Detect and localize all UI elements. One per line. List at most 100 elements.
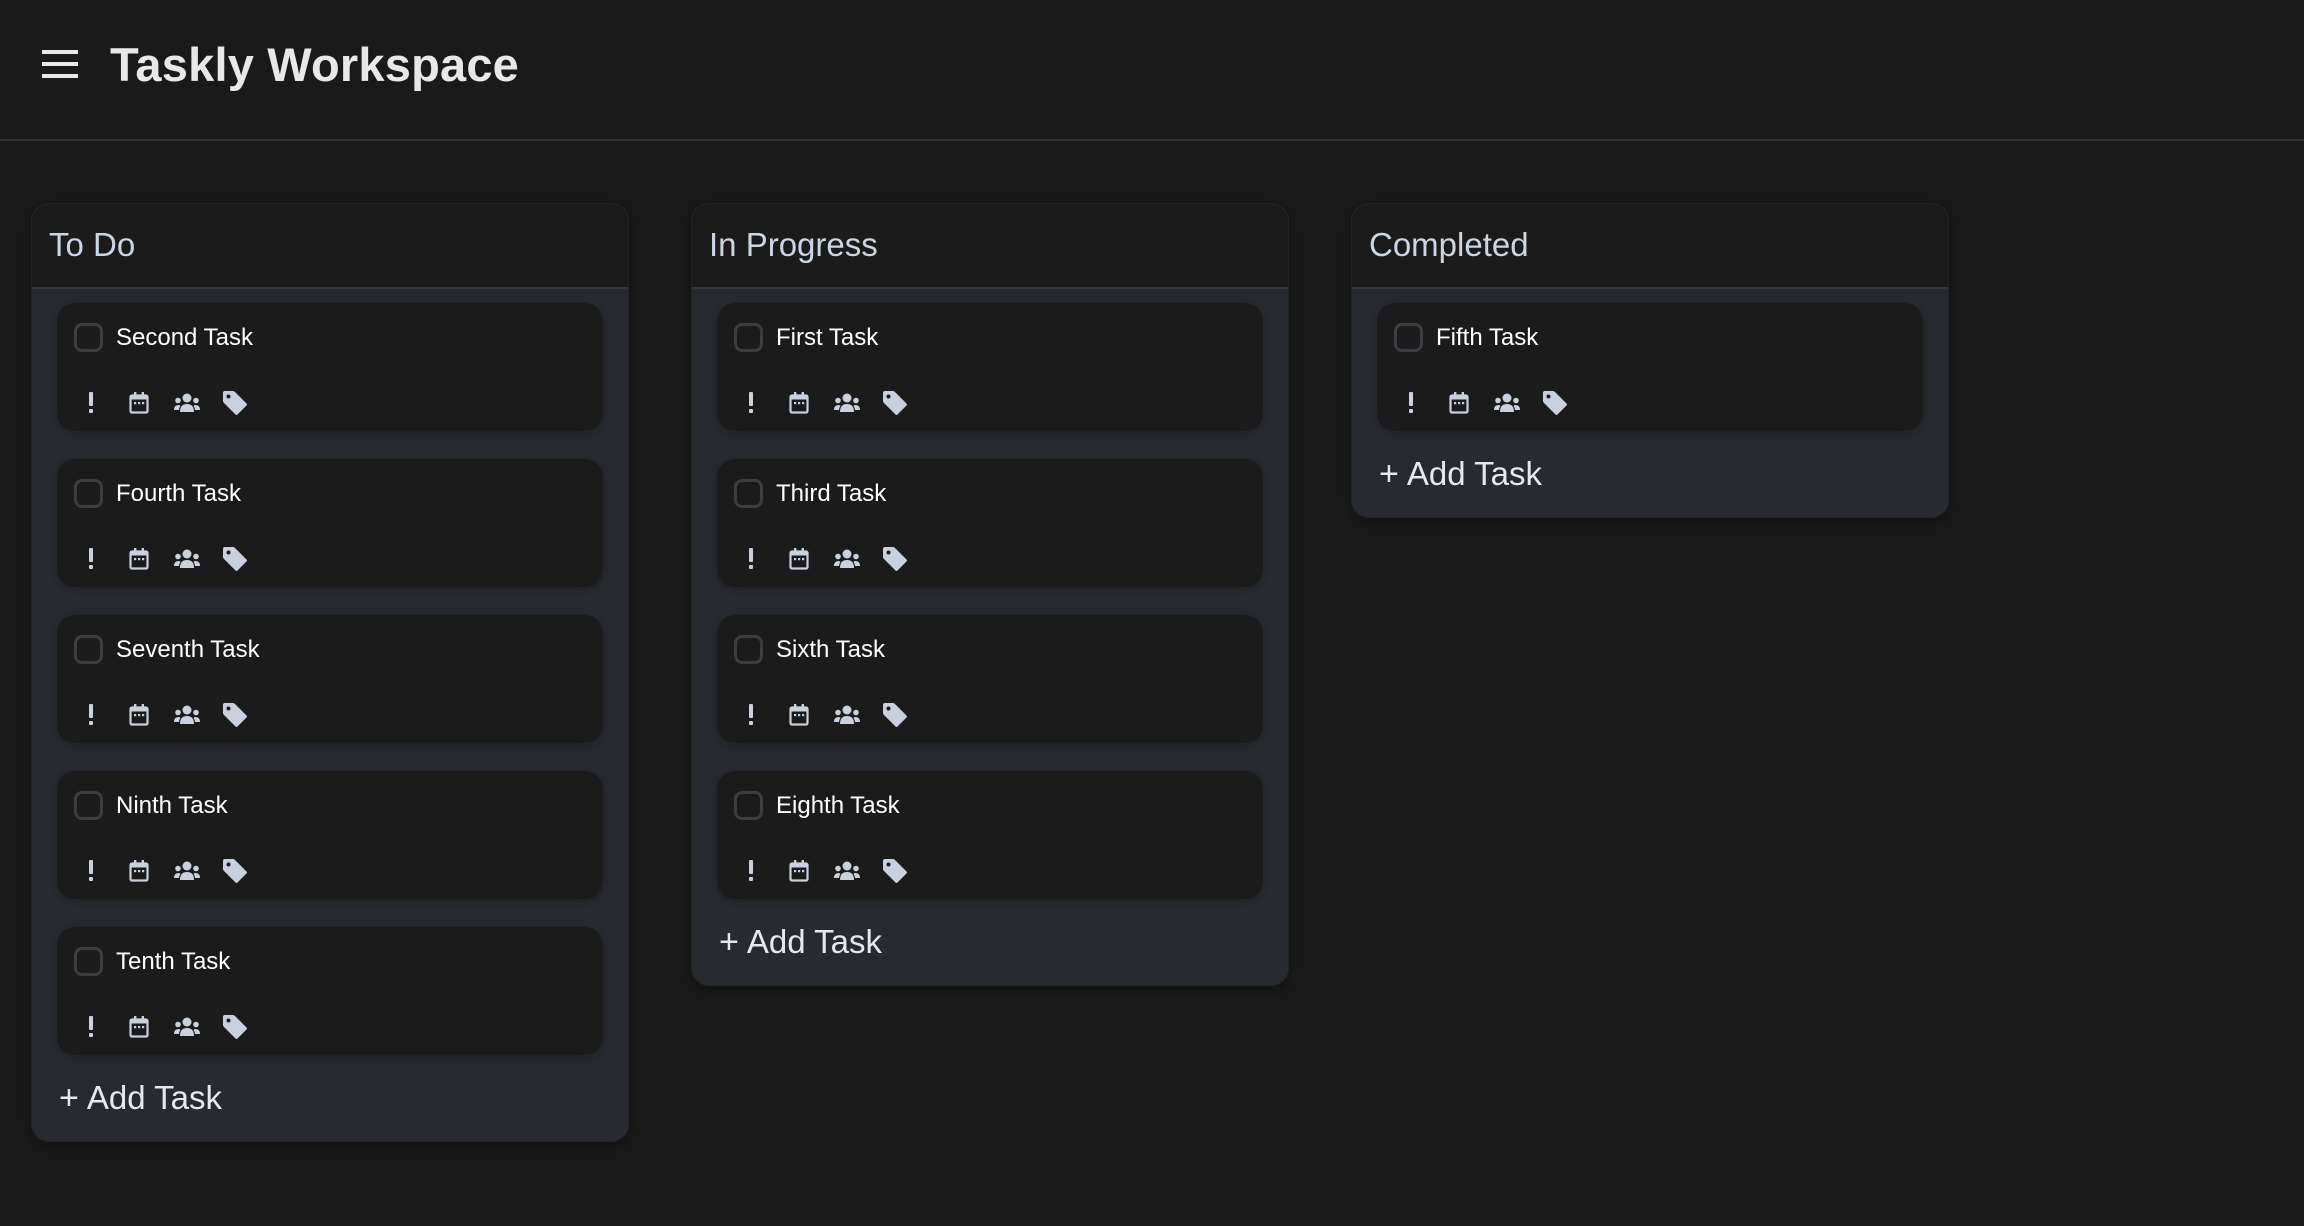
task-card[interactable]: Sixth Task — [717, 615, 1263, 743]
hamburger-menu-icon[interactable] — [42, 49, 78, 78]
calendar-icon[interactable] — [1445, 389, 1473, 417]
task-card[interactable]: Fourth Task — [57, 459, 603, 587]
task-checkbox[interactable] — [74, 479, 103, 508]
column-title: To Do — [49, 225, 136, 263]
task-action-icons — [77, 389, 269, 417]
priority-exclamation-icon[interactable] — [737, 701, 765, 729]
task-action-icons — [77, 701, 269, 729]
tag-icon[interactable] — [221, 389, 249, 417]
priority-exclamation-icon[interactable] — [737, 389, 765, 417]
add-task-button[interactable]: + Add Task — [1352, 431, 1948, 517]
users-icon[interactable] — [173, 1013, 201, 1041]
plus-icon: + — [59, 1078, 79, 1117]
tag-icon[interactable] — [221, 857, 249, 885]
add-task-label: Add Task — [1406, 455, 1543, 492]
task-action-icons — [737, 701, 929, 729]
app-header: Taskly Workspace — [0, 0, 2304, 141]
task-checkbox[interactable] — [1394, 323, 1423, 352]
plus-icon: + — [1379, 454, 1399, 493]
priority-exclamation-icon[interactable] — [1397, 389, 1425, 417]
column-header: Completed — [1352, 204, 1948, 289]
task-checkbox[interactable] — [734, 635, 763, 664]
task-title: Tenth Task — [116, 948, 231, 975]
task-checkbox[interactable] — [734, 479, 763, 508]
tag-icon[interactable] — [221, 545, 249, 573]
users-icon[interactable] — [833, 389, 861, 417]
task-checkbox[interactable] — [74, 635, 103, 664]
task-checkbox[interactable] — [74, 791, 103, 820]
column-completed: Completed Fifth Task + Add Task — [1351, 203, 1949, 518]
task-card[interactable]: Third Task — [717, 459, 1263, 587]
users-icon[interactable] — [173, 857, 201, 885]
tag-icon[interactable] — [881, 545, 909, 573]
users-icon[interactable] — [833, 857, 861, 885]
users-icon[interactable] — [173, 701, 201, 729]
calendar-icon[interactable] — [785, 857, 813, 885]
calendar-icon[interactable] — [125, 545, 153, 573]
users-icon[interactable] — [1493, 389, 1521, 417]
task-card[interactable]: Seventh Task — [57, 615, 603, 743]
users-icon[interactable] — [833, 545, 861, 573]
task-card[interactable]: Eighth Task — [717, 771, 1263, 899]
card-list: Fifth Task — [1352, 289, 1948, 431]
tag-icon[interactable] — [881, 857, 909, 885]
priority-exclamation-icon[interactable] — [77, 857, 105, 885]
column-header: In Progress — [692, 204, 1288, 289]
task-title: Third Task — [776, 480, 887, 507]
column-title: In Progress — [709, 225, 878, 263]
column-in-progress: In Progress First Task Third Task Sixth … — [691, 203, 1289, 986]
calendar-icon[interactable] — [125, 389, 153, 417]
task-checkbox[interactable] — [74, 323, 103, 352]
menu-bar — [42, 61, 78, 66]
add-task-button[interactable]: + Add Task — [32, 1055, 628, 1141]
column-to-do: To Do Second Task Fourth Task Seventh Ta… — [31, 203, 629, 1142]
task-title: Sixth Task — [776, 636, 885, 663]
calendar-icon[interactable] — [785, 545, 813, 573]
task-title: Second Task — [116, 324, 253, 351]
calendar-icon[interactable] — [125, 857, 153, 885]
column-title: Completed — [1369, 225, 1529, 263]
priority-exclamation-icon[interactable] — [77, 701, 105, 729]
priority-exclamation-icon[interactable] — [737, 545, 765, 573]
menu-bar — [42, 49, 78, 54]
tag-icon[interactable] — [881, 701, 909, 729]
priority-exclamation-icon[interactable] — [737, 857, 765, 885]
task-card[interactable]: First Task — [717, 303, 1263, 431]
task-title: Fourth Task — [116, 480, 241, 507]
priority-exclamation-icon[interactable] — [77, 545, 105, 573]
task-checkbox[interactable] — [734, 323, 763, 352]
task-title: Fifth Task — [1436, 324, 1539, 351]
task-title: Seventh Task — [116, 636, 260, 663]
task-checkbox[interactable] — [74, 947, 103, 976]
tag-icon[interactable] — [221, 701, 249, 729]
users-icon[interactable] — [833, 701, 861, 729]
add-task-button[interactable]: + Add Task — [692, 899, 1288, 985]
priority-exclamation-icon[interactable] — [77, 1013, 105, 1041]
calendar-icon[interactable] — [125, 1013, 153, 1041]
kanban-board: To Do Second Task Fourth Task Seventh Ta… — [31, 203, 1949, 1142]
task-checkbox[interactable] — [734, 791, 763, 820]
tag-icon[interactable] — [221, 1013, 249, 1041]
tag-icon[interactable] — [881, 389, 909, 417]
task-action-icons — [77, 857, 269, 885]
tag-icon[interactable] — [1541, 389, 1569, 417]
task-action-icons — [77, 1013, 269, 1041]
task-card[interactable]: Second Task — [57, 303, 603, 431]
column-header: To Do — [32, 204, 628, 289]
card-list: Second Task Fourth Task Seventh Task Nin… — [32, 289, 628, 1055]
users-icon[interactable] — [173, 545, 201, 573]
menu-bar — [42, 73, 78, 78]
task-card[interactable]: Fifth Task — [1377, 303, 1923, 431]
task-card[interactable]: Ninth Task — [57, 771, 603, 899]
app-title: Taskly Workspace — [110, 38, 520, 91]
priority-exclamation-icon[interactable] — [77, 389, 105, 417]
calendar-icon[interactable] — [785, 389, 813, 417]
calendar-icon[interactable] — [785, 701, 813, 729]
plus-icon: + — [719, 922, 739, 961]
task-title: Eighth Task — [776, 792, 900, 819]
calendar-icon[interactable] — [125, 701, 153, 729]
task-action-icons — [77, 545, 269, 573]
task-title: Ninth Task — [116, 792, 228, 819]
task-card[interactable]: Tenth Task — [57, 927, 603, 1055]
users-icon[interactable] — [173, 389, 201, 417]
